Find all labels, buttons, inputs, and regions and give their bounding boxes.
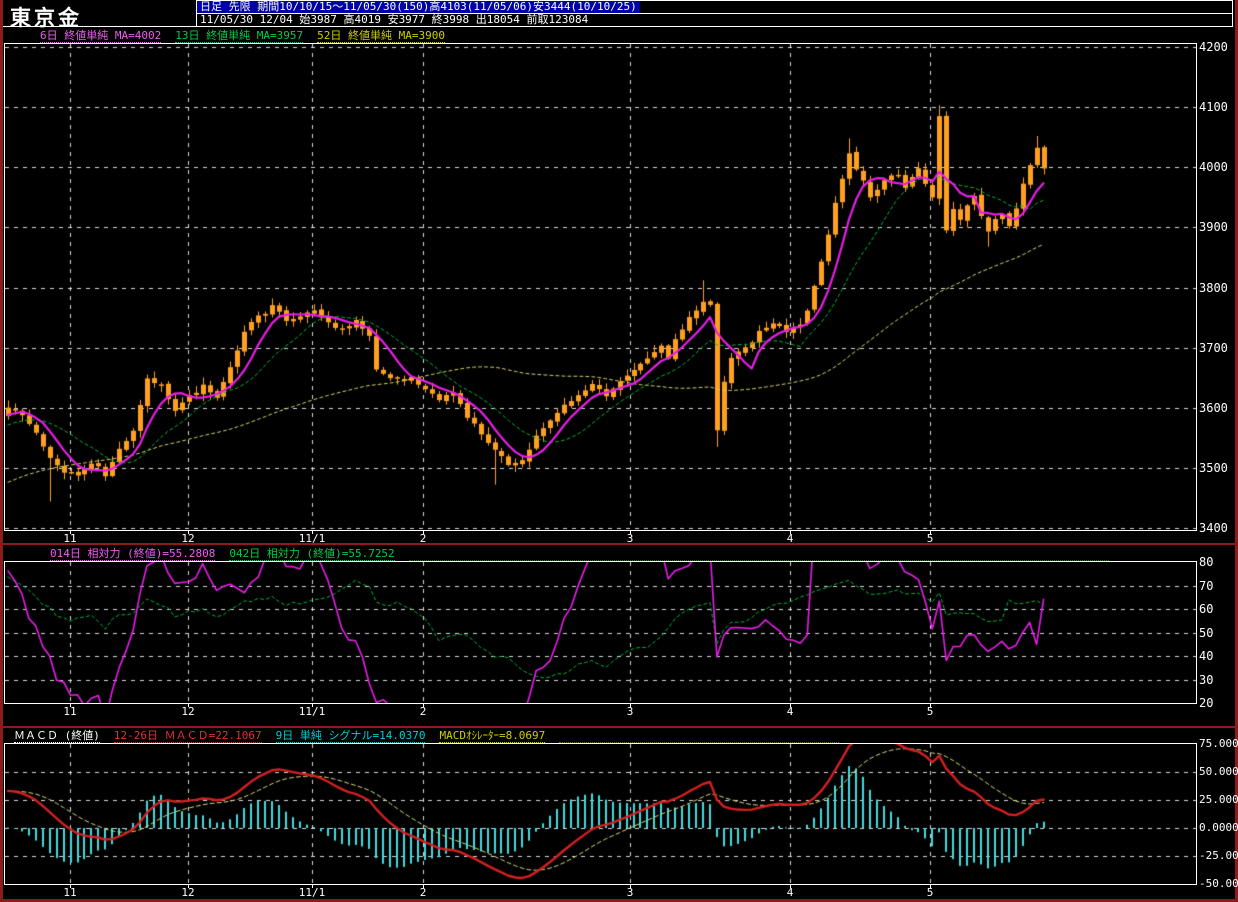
legend-item: 042日 相対力 (終値)=55.7252	[229, 547, 395, 561]
legend-underline-trail	[408, 547, 1109, 561]
x-axis-tick	[312, 884, 313, 888]
y-axis-label: 70	[1199, 578, 1214, 593]
x-axis-tick	[70, 703, 71, 707]
x-axis-tick	[790, 703, 791, 707]
x-axis-label: 4	[786, 705, 794, 718]
y-axis-label: 50.0000	[1199, 765, 1238, 778]
period-info-bar: 日足 先限 期間10/10/15～11/05/30(150)高4103(11/0…	[197, 1, 640, 13]
x-axis-label: 11	[63, 532, 77, 545]
x-axis-tick	[312, 530, 313, 534]
y-axis-label: 3500	[1199, 460, 1228, 475]
legend-item: 6日 終値単純 MA=4002	[40, 29, 162, 43]
x-axis-tick	[423, 884, 424, 888]
y-axis-label: 20	[1199, 696, 1214, 710]
x-axis-label: 3	[626, 705, 634, 718]
y-axis-label: 4000	[1199, 160, 1228, 175]
macd-canvas[interactable]	[5, 744, 1196, 884]
window-frame-left	[0, 0, 3, 902]
legend-item: 52日 終値単純 MA=3900	[317, 29, 445, 43]
instrument-title: 東京金	[10, 7, 82, 30]
x-axis-label: 3	[626, 886, 634, 899]
x-axis-tick	[630, 884, 631, 888]
y-axis-label: 4100	[1199, 100, 1228, 115]
x-axis-tick	[630, 703, 631, 707]
x-axis-label: 5	[926, 705, 934, 718]
y-axis-label: 30	[1199, 672, 1214, 687]
x-axis-label: 5	[926, 886, 934, 899]
y-axis-label: 3600	[1199, 400, 1228, 415]
x-axis-label: 2	[419, 705, 427, 718]
x-axis-tick	[70, 884, 71, 888]
x-axis-label: 12	[181, 532, 195, 545]
x-axis-label: 12	[181, 705, 195, 718]
header-right-divider	[1232, 0, 1233, 27]
x-axis-label: 2	[419, 886, 427, 899]
x-axis-tick	[70, 530, 71, 534]
legend-item: 9日 単純 シグナル=14.0370	[275, 729, 426, 743]
legend-underline-trail	[559, 729, 840, 743]
y-axis-label: 25.0000	[1199, 793, 1238, 806]
x-axis-label: 11/1	[298, 705, 326, 718]
x-axis-tick	[790, 884, 791, 888]
rsi-pane	[4, 561, 1197, 704]
main-chart-canvas[interactable]	[5, 44, 1196, 530]
x-axis-label: 5	[926, 532, 934, 545]
x-axis-label: 2	[419, 532, 427, 545]
x-axis-tick	[188, 703, 189, 707]
y-axis-label: 50	[1199, 625, 1214, 640]
x-axis-label: 11	[63, 705, 77, 718]
main-chart-pane	[4, 43, 1197, 531]
x-axis-tick	[790, 530, 791, 534]
y-axis-label: -50.0000	[1199, 877, 1238, 890]
header-bottom-rule	[3, 26, 1233, 27]
legend-item: 13日 終値単純 MA=3957	[175, 29, 304, 43]
x-axis-tick	[423, 703, 424, 707]
x-axis-label: 11/1	[298, 532, 326, 545]
rsi-legend: 014日 相対力 (終値)=55.2808 042日 相対力 (終値)=55.72…	[50, 547, 1109, 561]
pane-separator-2	[0, 726, 1238, 728]
ma-legend: 6日 終値単純 MA=4002 13日 終値単純 MA=3957 52日 終値単純 …	[40, 29, 445, 43]
y-axis-label: 4200	[1199, 40, 1228, 54]
x-axis-label: 12	[181, 886, 195, 899]
y-axis-label: 3800	[1199, 280, 1228, 295]
y-axis-label: -25.0000	[1199, 849, 1238, 862]
x-axis-label: 4	[786, 532, 794, 545]
x-axis-label: 11/1	[298, 886, 326, 899]
x-axis-tick	[188, 884, 189, 888]
macd-legend: ＭＡＣＤ (終値) 12-26日 ＭＡＣＤ=22.1067 9日 単純 シグナル=1…	[14, 729, 840, 743]
x-axis-tick	[930, 530, 931, 534]
legend-item: MACDｵｼﾚｰﾀｰ=8.0697	[439, 729, 546, 743]
x-axis-tick	[312, 703, 313, 707]
x-axis-tick	[930, 703, 931, 707]
x-axis-label: 4	[786, 886, 794, 899]
legend-item: ＭＡＣＤ (終値)	[14, 729, 100, 743]
y-axis-label: 3900	[1199, 220, 1228, 235]
legend-item: 014日 相対力 (終値)=55.2808	[50, 547, 216, 561]
y-axis-label: 40	[1199, 649, 1214, 663]
x-axis-label: 11	[63, 886, 77, 899]
y-axis-label: 3400	[1199, 521, 1228, 535]
y-axis-label: 75.0000	[1199, 737, 1238, 750]
x-axis-tick	[188, 530, 189, 534]
quote-line: 11/05/30 12/04 始3987 高4019 安3977 終3998 出…	[200, 13, 589, 26]
y-axis-label: 80	[1199, 555, 1214, 569]
macd-pane	[4, 743, 1197, 885]
rsi-canvas[interactable]	[5, 562, 1196, 703]
x-axis-tick	[630, 530, 631, 534]
y-axis-label: 3700	[1199, 340, 1228, 355]
legend-item: 12-26日 ＭＡＣＤ=22.1067	[113, 729, 262, 743]
x-axis-label: 3	[626, 532, 634, 545]
x-axis-tick	[423, 530, 424, 534]
y-axis-label: 60	[1199, 602, 1214, 616]
y-axis-label: 0.0000	[1199, 821, 1238, 834]
x-axis-tick	[930, 884, 931, 888]
